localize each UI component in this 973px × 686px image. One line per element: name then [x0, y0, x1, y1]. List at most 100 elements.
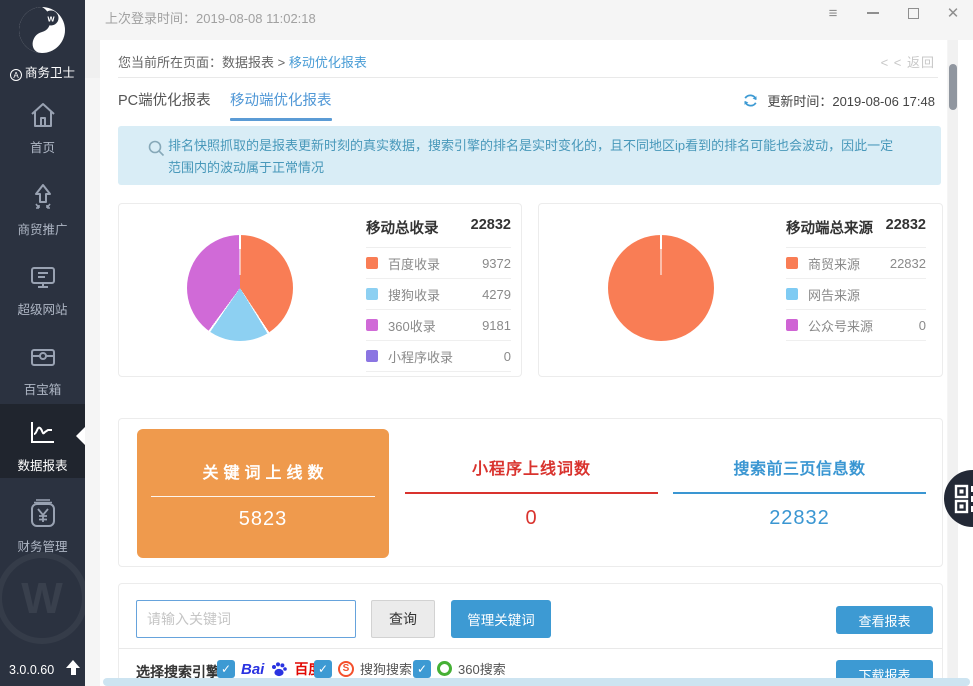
- refresh-icon[interactable]: [742, 92, 759, 109]
- divider: [118, 77, 938, 78]
- tab-pc-report[interactable]: PC端优化报表: [118, 89, 211, 110]
- sogou-name: 搜狗搜索: [360, 659, 412, 678]
- swatch-trade: [786, 257, 798, 269]
- last-login-time: 上次登录时间：2019-08-08 11:02:18: [105, 8, 316, 27]
- sidebar-item-promotion[interactable]: 商贸推广: [0, 182, 85, 238]
- legend-value: 9372: [482, 256, 511, 271]
- chart-total: 22832: [471, 217, 511, 238]
- legend-label: 百度收录: [388, 254, 482, 273]
- website-monitor-icon: [28, 262, 58, 292]
- sidebar-item-home[interactable]: 首页: [0, 100, 85, 156]
- divider: [119, 648, 942, 649]
- right-margin: [958, 40, 973, 686]
- legend-label: 网告来源: [808, 285, 926, 304]
- legend-row: 百度收录 9372: [366, 248, 511, 279]
- legend-header: 移动总收录 22832: [366, 217, 511, 248]
- legend-row: 网告来源: [786, 279, 926, 310]
- active-item-notch: [76, 427, 85, 445]
- swatch-miniprogram: [366, 350, 378, 362]
- brand-badge-icon: A: [10, 69, 22, 81]
- legend-row: 公众号来源 0: [786, 310, 926, 341]
- home-icon: [28, 100, 58, 130]
- manage-keywords-button[interactable]: 管理关键词: [451, 600, 551, 638]
- baidu-checkbox[interactable]: ✓: [217, 660, 235, 678]
- legend-value: 0: [504, 349, 511, 364]
- legend: 移动总收录 22832 百度收录 9372 搜狗收录 4279 360收录 91…: [366, 217, 511, 372]
- keyword-input[interactable]: [136, 600, 356, 638]
- pie-chart-mobile-index: [187, 235, 293, 341]
- stat-divider: [405, 492, 658, 494]
- brand: A商务卫士: [0, 62, 85, 81]
- legend-label: 搜狗收录: [388, 285, 482, 304]
- version-label: 3.0.0.60: [9, 663, 54, 677]
- stat-value: 0: [405, 507, 658, 530]
- vertical-scrollbar: [948, 40, 958, 686]
- search-icon: [148, 140, 165, 157]
- breadcrumb-current[interactable]: 移动优化报表: [289, 55, 367, 70]
- notice-text: 排名快照抓取的是报表更新时刻的真实数据，搜索引擎的排名是实时变化的，且不同地区i…: [118, 126, 941, 179]
- sidebar-item-label: 数据报表: [0, 455, 85, 474]
- swatch-webad: [786, 288, 798, 300]
- pie-chart-mobile-source: [608, 235, 714, 341]
- titlebar: 上次登录时间：2019-08-08 11:02:18 ≡ ✕: [85, 0, 973, 40]
- finance-yen-icon: [27, 497, 59, 529]
- legend: 移动端总来源 22832 商贸来源 22832 网告来源 公众号来源 0: [786, 217, 926, 341]
- sidebar: w A商务卫士 首页 商贸推广 超级网站 百宝箱 数据报表 财务管理 W: [0, 0, 85, 686]
- stat-value: 5823: [137, 508, 389, 531]
- sidebar-item-label: 首页: [0, 137, 85, 156]
- sogou-logo-icon: S: [338, 661, 354, 677]
- sidebar-item-toolbox[interactable]: 百宝箱: [0, 342, 85, 398]
- 360-checkbox[interactable]: ✓: [413, 660, 431, 678]
- card-mobile-source: 移动端总来源 22832 商贸来源 22832 网告来源 公众号来源 0: [538, 203, 943, 377]
- card-stats: 关键词上线数 5823 小程序上线词数 0 搜索前三页信息数 22832: [118, 418, 943, 567]
- toolbox-icon: [28, 342, 58, 372]
- legend-row: 搜狗收录 4279: [366, 279, 511, 310]
- chart-title: 移动端总来源: [786, 217, 873, 238]
- legend-label: 商贸来源: [808, 254, 890, 273]
- promotion-arrows-icon: [28, 182, 58, 212]
- tab-mobile-report[interactable]: 移动端优化报表: [230, 89, 332, 121]
- legend-value: 0: [919, 318, 926, 333]
- update-time: 更新时间：2019-08-06 17:48: [767, 91, 935, 110]
- back-link[interactable]: < < 返回: [881, 52, 935, 71]
- sogou-checkbox[interactable]: ✓: [314, 660, 332, 678]
- stat-label: 搜索前三页信息数: [673, 455, 926, 479]
- active-tab-underline: [230, 118, 332, 121]
- stat-top3-info: 搜索前三页信息数 22832: [673, 455, 926, 530]
- baidu-logo-text: Bai: [241, 661, 264, 678]
- legend-label: 360收录: [388, 316, 482, 335]
- chart-total: 22832: [886, 217, 926, 238]
- sidebar-item-label: 商贸推广: [0, 219, 85, 238]
- view-report-button[interactable]: 查看报表: [836, 606, 933, 634]
- sidebar-item-finance[interactable]: 财务管理: [0, 497, 85, 555]
- stat-label: 小程序上线词数: [405, 455, 658, 479]
- qr-code-icon: [954, 484, 973, 514]
- scrollbar-thumb[interactable]: [949, 64, 957, 110]
- legend-row: 360收录 9181: [366, 310, 511, 341]
- legend-header: 移动端总来源 22832: [786, 217, 926, 248]
- engine-sogou: ✓ S 搜狗搜索: [314, 659, 412, 678]
- legend-value: 4279: [482, 287, 511, 302]
- engine-360: ✓ 360搜索: [413, 659, 506, 678]
- breadcrumb-prefix: 您当前所在页面：数据报表 >: [118, 55, 289, 70]
- query-button[interactable]: 查询: [371, 600, 435, 638]
- minimize-icon[interactable]: [865, 5, 881, 21]
- brand-name: 商务卫士: [25, 66, 75, 80]
- watermark-shield: W: [0, 552, 88, 644]
- close-icon[interactable]: ✕: [945, 5, 961, 21]
- swatch-wechat: [786, 319, 798, 331]
- app-window: w A商务卫士 首页 商贸推广 超级网站 百宝箱 数据报表 财务管理 W: [0, 0, 973, 686]
- legend-value: 9181: [482, 318, 511, 333]
- update-arrow-icon[interactable]: [66, 660, 80, 676]
- horizontal-scrollbar-thumb[interactable]: [103, 678, 970, 686]
- stat-miniprogram-words: 小程序上线词数 0: [405, 455, 658, 530]
- menu-icon[interactable]: ≡: [825, 5, 841, 21]
- maximize-icon[interactable]: [905, 5, 921, 21]
- sidebar-item-website[interactable]: 超级网站: [0, 262, 85, 318]
- sidebar-item-reports[interactable]: 数据报表: [0, 404, 85, 478]
- stat-divider: [673, 492, 926, 494]
- svg-text:w: w: [46, 14, 55, 24]
- app-logo-icon: w: [18, 6, 66, 54]
- window-controls: ≡ ✕: [825, 5, 961, 21]
- legend-row: 商贸来源 22832: [786, 248, 926, 279]
